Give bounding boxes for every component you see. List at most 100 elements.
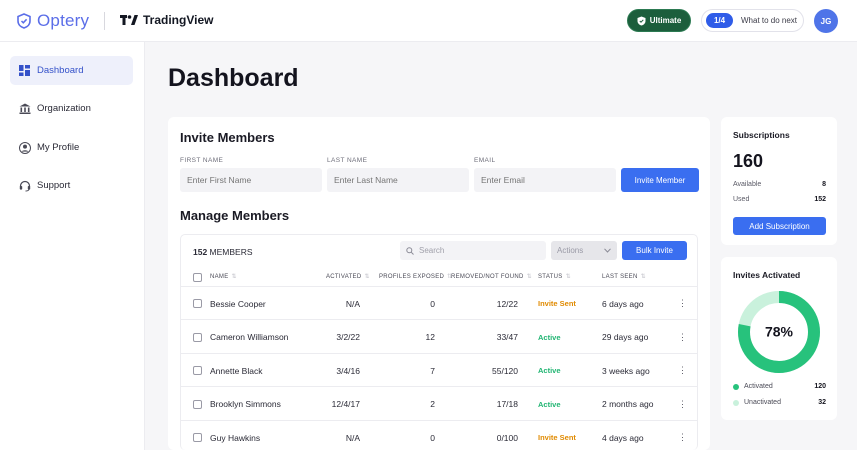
column-activated-label: ACTIVATED (326, 273, 362, 280)
cell-last-seen: 6 days ago (602, 287, 677, 320)
sidebar-item-label: Organization (37, 103, 91, 114)
cell-value: 29 days ago (602, 332, 649, 342)
status-text: Active (538, 366, 561, 375)
subscriptions-title: Subscriptions (733, 130, 790, 140)
cell-exposed: 0 (381, 287, 435, 320)
cell-removed: 0/100 (461, 421, 518, 450)
row-checkbox[interactable] (193, 366, 202, 375)
used-row: Used 152 (733, 196, 826, 203)
column-header-status[interactable]: STATUS ⇅ (538, 273, 571, 281)
row-menu-icon[interactable]: ⋮ (678, 354, 688, 387)
cell-value: 7 (430, 365, 435, 376)
row-menu-icon[interactable]: ⋮ (678, 287, 688, 320)
row-menu-icon[interactable]: ⋮ (678, 321, 688, 354)
status-text: Active (538, 399, 561, 409)
email-input[interactable] (474, 168, 616, 192)
logo-divider (104, 12, 105, 30)
cell-activated: N/A (311, 287, 360, 320)
used-label: Used (733, 196, 750, 203)
status-text: Invite Sent (538, 299, 576, 308)
sidebar-item-support[interactable]: Support (10, 171, 133, 200)
available-label: Available (733, 181, 762, 188)
sidebar-item-label: My Profile (37, 142, 80, 153)
column-profiles-exposed-label: PROFILES EXPOSED (379, 273, 445, 280)
row-checkbox[interactable] (193, 299, 202, 308)
members-count-number: 152 (193, 247, 208, 257)
last-name-input[interactable] (327, 168, 469, 192)
legend-dot-activated (733, 383, 739, 390)
sort-icon: ⇅ (640, 274, 646, 280)
invites-activated-card: Invites Activated 78% Activated 120 Unac… (721, 257, 837, 420)
cell-value: 2 (430, 399, 435, 409)
members-count: 152 MEMBERS (193, 247, 253, 257)
available-value: 8 (822, 181, 826, 188)
invites-activated-title: Invites Activated (733, 270, 801, 280)
cell-activated: N/A (311, 421, 360, 450)
sort-icon: ⇅ (565, 274, 571, 280)
select-all-checkbox[interactable] (193, 273, 202, 282)
first-name-label: FIRST NAME (180, 157, 224, 164)
search-icon (406, 246, 414, 255)
column-header-removed[interactable]: REMOVED/NOT FOUND ⇅ (451, 273, 532, 281)
cell-value: 12/4/17 (331, 399, 360, 409)
table-row[interactable]: Brooklyn Simmons 12/4/17 2 17/18 Active 2 mon… (181, 388, 697, 421)
avatar[interactable]: JG (814, 9, 838, 33)
cell-value: 2 months ago (602, 399, 654, 409)
first-name-input[interactable] (180, 168, 322, 192)
cell-value: Brooklyn Simmons (210, 399, 281, 409)
cell-removed: 33/47 (461, 321, 518, 354)
activation-donut-chart: 78% (738, 291, 820, 373)
shield-check-icon (637, 16, 646, 25)
search-input[interactable]: Search (400, 241, 546, 260)
sidebar-item-my-profile[interactable]: My Profile (10, 133, 133, 162)
table-row[interactable]: Bessie Cooper N/A 0 12/22 Invite Sent 6 days … (181, 287, 697, 320)
column-header-profiles-exposed[interactable]: PROFILES EXPOSED ⇅ (379, 273, 452, 281)
cell-value: 3/4/16 (336, 365, 360, 376)
row-checkbox[interactable] (193, 332, 202, 342)
legend-unactivated-value: 32 (818, 399, 826, 406)
column-header-activated[interactable]: ACTIVATED ⇅ (326, 273, 370, 281)
cell-removed: 17/18 (461, 388, 518, 421)
sidebar-item-dashboard[interactable]: Dashboard (10, 56, 133, 85)
actions-dropdown[interactable]: Actions (551, 241, 617, 260)
cell-value: 6 days ago (602, 298, 644, 309)
cell-value: 12/22 (496, 298, 518, 309)
table-row[interactable]: Cameron Williamson 3/2/22 12 33/47 Active 29 … (181, 321, 697, 354)
column-status-label: STATUS (538, 273, 563, 280)
cell-activated: 12/4/17 (311, 388, 360, 421)
table-row[interactable]: Annette Black 3/4/16 7 55/120 Active 3 weeks … (181, 354, 697, 387)
legend-activated: Activated 120 (733, 383, 826, 390)
add-subscription-button[interactable]: Add Subscription (733, 217, 826, 235)
grid-icon (18, 64, 31, 77)
members-count-label: MEMBERS (207, 247, 253, 257)
sidebar: Dashboard Organization My Profile Suppor… (0, 42, 145, 450)
sidebar-item-label: Support (37, 180, 71, 191)
subscriptions-total: 160 (733, 151, 764, 171)
cell-value: Bessie Cooper (210, 298, 266, 309)
legend-activated-label: Activated (744, 383, 773, 390)
last-name-label: LAST NAME (327, 157, 368, 164)
status-text: Invite Sent (538, 433, 576, 442)
row-checkbox[interactable] (193, 399, 202, 409)
plan-badge[interactable]: Ultimate (627, 9, 691, 32)
cell-name: Brooklyn Simmons (210, 388, 320, 421)
invite-member-button[interactable]: Invite Member (621, 168, 699, 192)
table-row[interactable]: Guy Hawkins N/A 0 0/100 Invite Sent 4 days ag… (181, 421, 697, 450)
status-badge: Active (538, 321, 598, 354)
what-to-do-next-button[interactable]: 1/4 What to do next (701, 9, 804, 32)
sidebar-item-organization[interactable]: Organization (10, 94, 133, 123)
row-menu-icon[interactable]: ⋮ (678, 421, 688, 450)
cell-last-seen: 4 days ago (602, 421, 677, 450)
sidebar-item-label: Dashboard (37, 65, 84, 76)
sort-icon: ⇅ (231, 274, 237, 280)
cell-exposed: 12 (381, 321, 435, 354)
row-checkbox[interactable] (193, 433, 202, 442)
column-header-last-seen[interactable]: LAST SEEN ⇅ (602, 273, 646, 281)
cell-value: Cameron Williamson (210, 332, 289, 342)
status-badge: Active (538, 388, 598, 421)
bulk-invite-button[interactable]: Bulk Invite (622, 241, 687, 260)
row-menu-icon[interactable]: ⋮ (678, 388, 688, 421)
optery-logo[interactable]: Optery (17, 11, 89, 31)
email-label: EMAIL (474, 157, 496, 164)
column-header-name[interactable]: NAME ⇅ (210, 273, 237, 281)
